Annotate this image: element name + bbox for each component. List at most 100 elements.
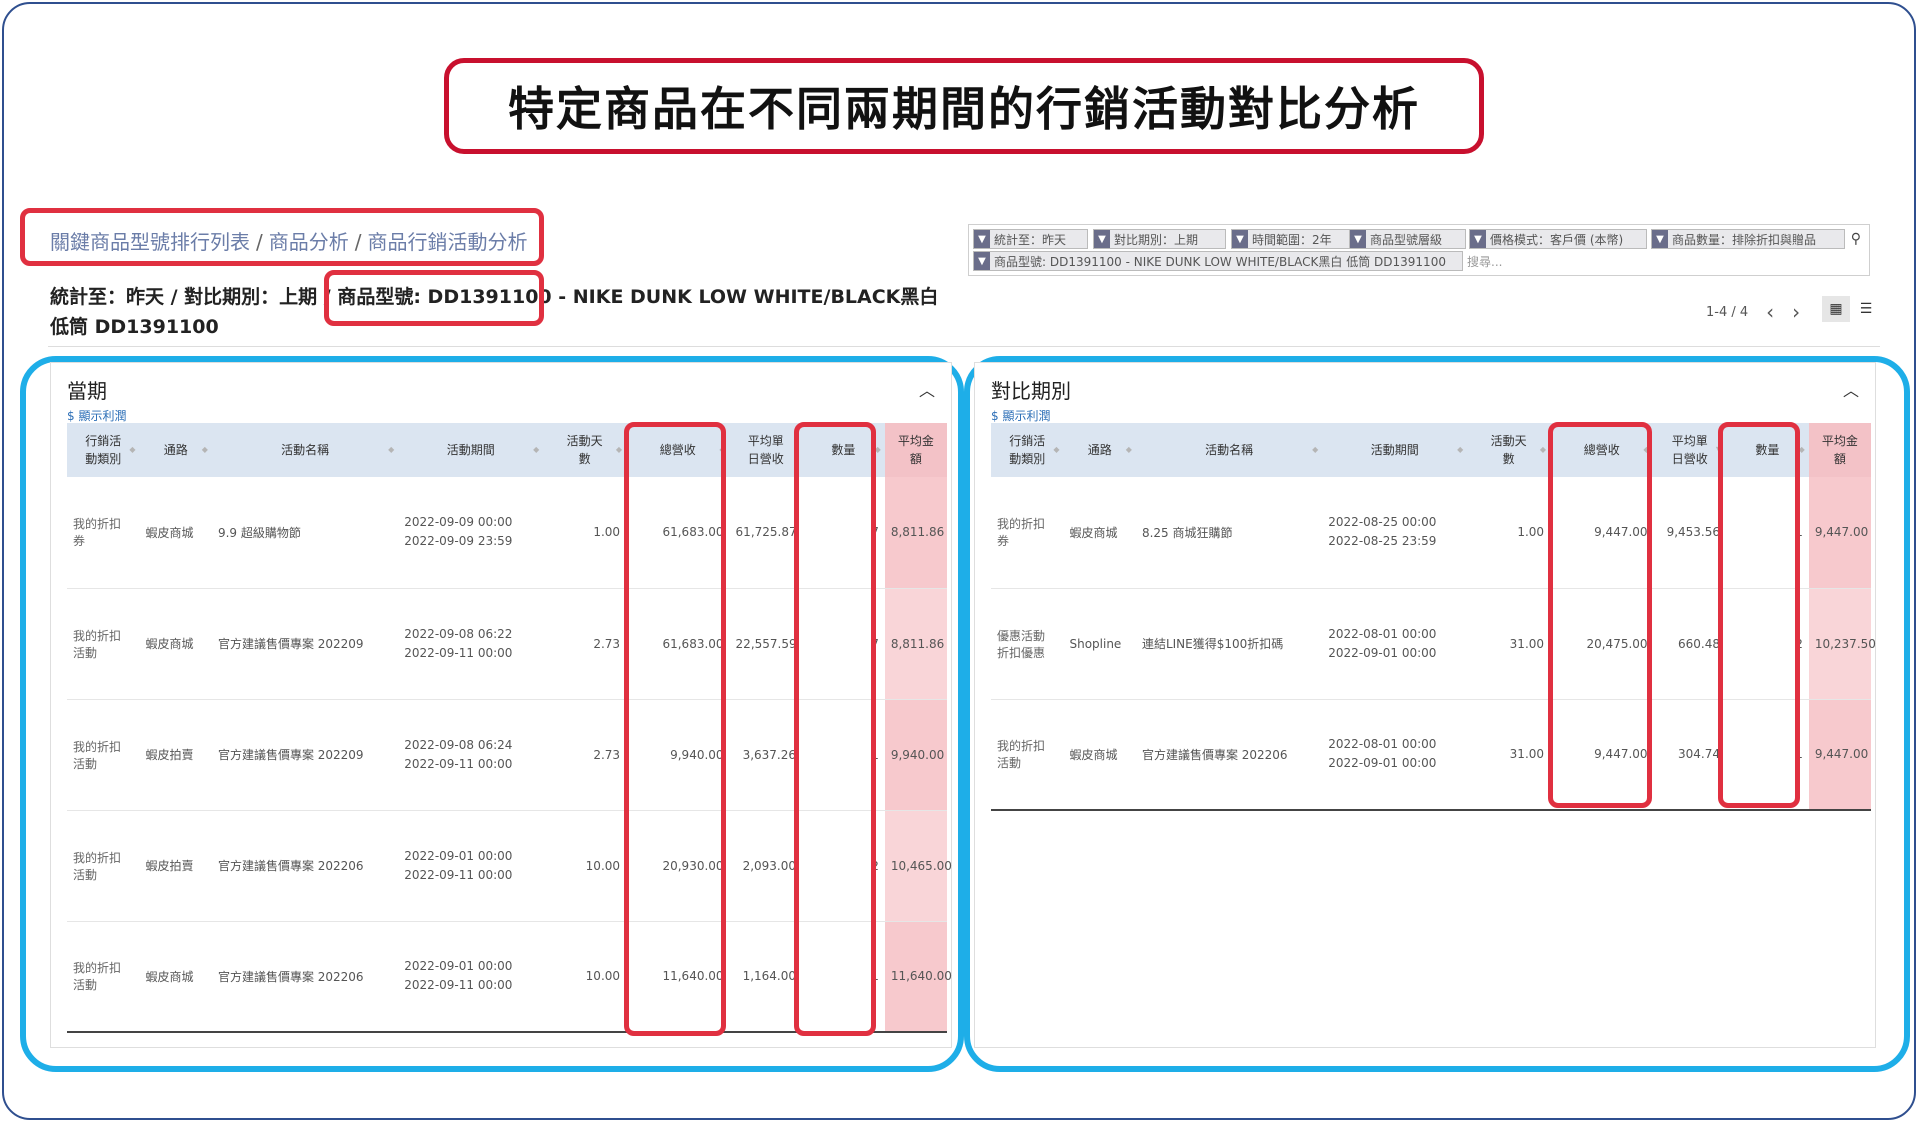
period-end: 2022-09-11 00:00 xyxy=(404,978,513,993)
cell-category: 我的折扣 券 xyxy=(67,477,140,589)
filter-chip[interactable]: ▼ 時間範圍：2年 xyxy=(1231,229,1356,249)
col-channel[interactable]: 通路 ◆ xyxy=(1063,423,1136,477)
cell-daily: 304.74 xyxy=(1653,699,1727,811)
cell-category: 我的折扣 活動 xyxy=(67,699,140,811)
grid-view-icon[interactable]: ▦ xyxy=(1822,296,1850,322)
cell-name: 官方建議售價專案 202209 xyxy=(211,588,399,700)
cell-channel: 蝦皮拍賣 xyxy=(139,810,212,922)
show-profit-toggle[interactable]: $ 顯示利潤 xyxy=(67,407,126,424)
chevron-up-icon[interactable]: ︿ xyxy=(919,377,935,401)
cell-period: 2022-08-25 00:00 2022-08-25 23:59 xyxy=(1322,477,1468,589)
cell-category: 我的折扣 活動 xyxy=(67,921,140,1033)
cell-name: 官方建議售價專案 202206 xyxy=(211,810,399,922)
funnel-icon: ▼ xyxy=(974,230,990,248)
funnel-icon: ▼ xyxy=(1094,230,1110,248)
cell-name: 官方建議售價專案 202206 xyxy=(1135,699,1323,811)
search-icon[interactable]: ⚲ xyxy=(1851,231,1861,247)
cell-days: 2.73 xyxy=(543,699,627,811)
cell-avg: 8,811.86 xyxy=(884,477,947,589)
qty-highlight xyxy=(1718,422,1800,808)
col-name[interactable]: 活動名稱 ◆ xyxy=(1135,423,1323,477)
cell-channel: 蝦皮商城 xyxy=(139,477,212,589)
qty-highlight xyxy=(794,422,876,1036)
cell-avg: 11,640.00 xyxy=(884,921,952,1033)
cell-channel: 蝦皮商城 xyxy=(1063,477,1136,589)
col-channel[interactable]: 通路 ◆ xyxy=(139,423,212,477)
period-start: 2022-08-25 00:00 xyxy=(1328,515,1437,530)
divider xyxy=(48,346,1880,347)
col-period[interactable]: 活動期間 ◆ xyxy=(1322,423,1468,477)
filter-chip[interactable]: ▼ 對比期別：上期 xyxy=(1093,229,1226,249)
list-view-icon[interactable]: ☰ xyxy=(1852,296,1880,322)
funnel-icon: ▼ xyxy=(1232,230,1248,248)
cell-avg: 8,811.86 xyxy=(884,588,947,700)
filter-bar[interactable]: ▼ 統計至：昨天 ▼ 對比期別：上期 ▼ 時間範圍：2年 ▼ 商品型號層級 ▼ 價格模式：… xyxy=(968,224,1870,276)
col-daily[interactable]: 平均單 日營收 xyxy=(729,423,803,477)
period-start: 2022-08-01 00:00 xyxy=(1328,626,1437,641)
cell-channel: 蝦皮商城 xyxy=(1063,699,1136,811)
pager-next-button[interactable]: › xyxy=(1792,300,1800,324)
cell-days: 1.00 xyxy=(1467,477,1551,589)
cell-period: 2022-08-01 00:00 2022-09-01 00:00 xyxy=(1322,588,1468,700)
period-end: 2022-09-11 00:00 xyxy=(404,756,513,771)
cell-category: 我的折扣 券 xyxy=(991,477,1064,589)
col-category[interactable]: 行銷活 動類別 ◆ xyxy=(991,423,1064,477)
period-end: 2022-09-11 00:00 xyxy=(404,867,513,882)
cell-category: 優惠活動 折扣優惠 xyxy=(991,588,1064,700)
col-daily[interactable]: 平均單 日營收 ▼ xyxy=(1653,423,1727,477)
slide-title: 特定商品在不同兩期間的行銷活動對比分析 xyxy=(508,82,1420,136)
cell-period: 2022-09-01 00:00 2022-09-11 00:00 xyxy=(398,921,544,1033)
col-name[interactable]: 活動名稱 ◆ xyxy=(211,423,399,477)
cell-category: 我的折扣 活動 xyxy=(991,699,1064,811)
cell-avg: 9,940.00 xyxy=(884,699,947,811)
cell-days: 1.00 xyxy=(543,477,627,589)
cell-days: 31.00 xyxy=(1467,588,1551,700)
col-avg[interactable]: 平均金 額 xyxy=(884,423,947,477)
cell-name: 官方建議售價專案 202209 xyxy=(211,699,399,811)
filter-chip[interactable]: ▼ 價格模式：客戶價 (本幣) xyxy=(1469,229,1647,249)
pager-prev-button[interactable]: ‹ xyxy=(1766,300,1774,324)
period-end: 2022-09-09 23:59 xyxy=(404,534,513,549)
cell-channel: Shopline xyxy=(1063,588,1136,700)
period-end: 2022-09-11 00:00 xyxy=(404,645,513,660)
sku-highlight xyxy=(324,270,544,326)
cell-period: 2022-09-08 06:22 2022-09-11 00:00 xyxy=(398,588,544,700)
cell-period: 2022-09-09 00:00 2022-09-09 23:59 xyxy=(398,477,544,589)
col-category[interactable]: 行銷活 動類別 ◆ xyxy=(67,423,140,477)
cell-avg: 10,465.00 xyxy=(884,810,952,922)
cell-category: 我的折扣 活動 xyxy=(67,810,140,922)
search-input[interactable]: 搜尋... xyxy=(1467,253,1502,270)
cell-daily: 660.48 xyxy=(1653,588,1727,700)
cell-avg: 9,447.00 xyxy=(1808,477,1871,589)
cell-days: 31.00 xyxy=(1467,699,1551,811)
period-end: 2022-08-25 23:59 xyxy=(1328,534,1437,549)
cell-channel: 蝦皮拍賣 xyxy=(139,699,212,811)
col-days[interactable]: 活動天 數 ◆ xyxy=(543,423,627,477)
pager-range: 1-4 / 4 xyxy=(1706,304,1749,320)
filter-chip[interactable]: ▼ 商品數量：排除折扣與贈品 xyxy=(1651,229,1845,249)
cell-avg: 9,447.00 xyxy=(1808,699,1871,811)
filter-chip[interactable]: ▼ 統計至：昨天 xyxy=(973,229,1088,249)
cell-category: 我的折扣 活動 xyxy=(67,588,140,700)
cell-period: 2022-08-01 00:00 2022-09-01 00:00 xyxy=(1322,699,1468,811)
filter-chip[interactable]: ▼ 商品型號層級 xyxy=(1349,229,1466,249)
cell-channel: 蝦皮商城 xyxy=(139,588,212,700)
cell-daily: 9,453.56 xyxy=(1653,477,1727,589)
cell-period: 2022-09-08 06:24 2022-09-11 00:00 xyxy=(398,699,544,811)
col-period[interactable]: 活動期間 ◆ xyxy=(398,423,544,477)
filter-chip[interactable]: ▼ 商品型號: DD1391100 - NIKE DUNK LOW WHITE/B… xyxy=(973,251,1463,271)
funnel-icon: ▼ xyxy=(1350,230,1366,248)
chevron-up-icon[interactable]: ︿ xyxy=(1843,377,1859,401)
cell-daily: 22,557.59 xyxy=(729,588,803,700)
breadcrumb-highlight xyxy=(20,208,544,266)
cell-days: 2.73 xyxy=(543,588,627,700)
cell-days: 10.00 xyxy=(543,810,627,922)
col-avg[interactable]: 平均金 額 xyxy=(1808,423,1871,477)
col-days[interactable]: 活動天 數 ◆ xyxy=(1467,423,1551,477)
period-start: 2022-08-01 00:00 xyxy=(1328,737,1437,752)
cell-name: 官方建議售價專案 202206 xyxy=(211,921,399,1033)
funnel-icon: ▼ xyxy=(974,252,990,270)
panel-title: 當期 xyxy=(67,379,107,403)
cell-daily: 1,164.00 xyxy=(729,921,803,1033)
show-profit-toggle[interactable]: $ 顯示利潤 xyxy=(991,407,1050,424)
